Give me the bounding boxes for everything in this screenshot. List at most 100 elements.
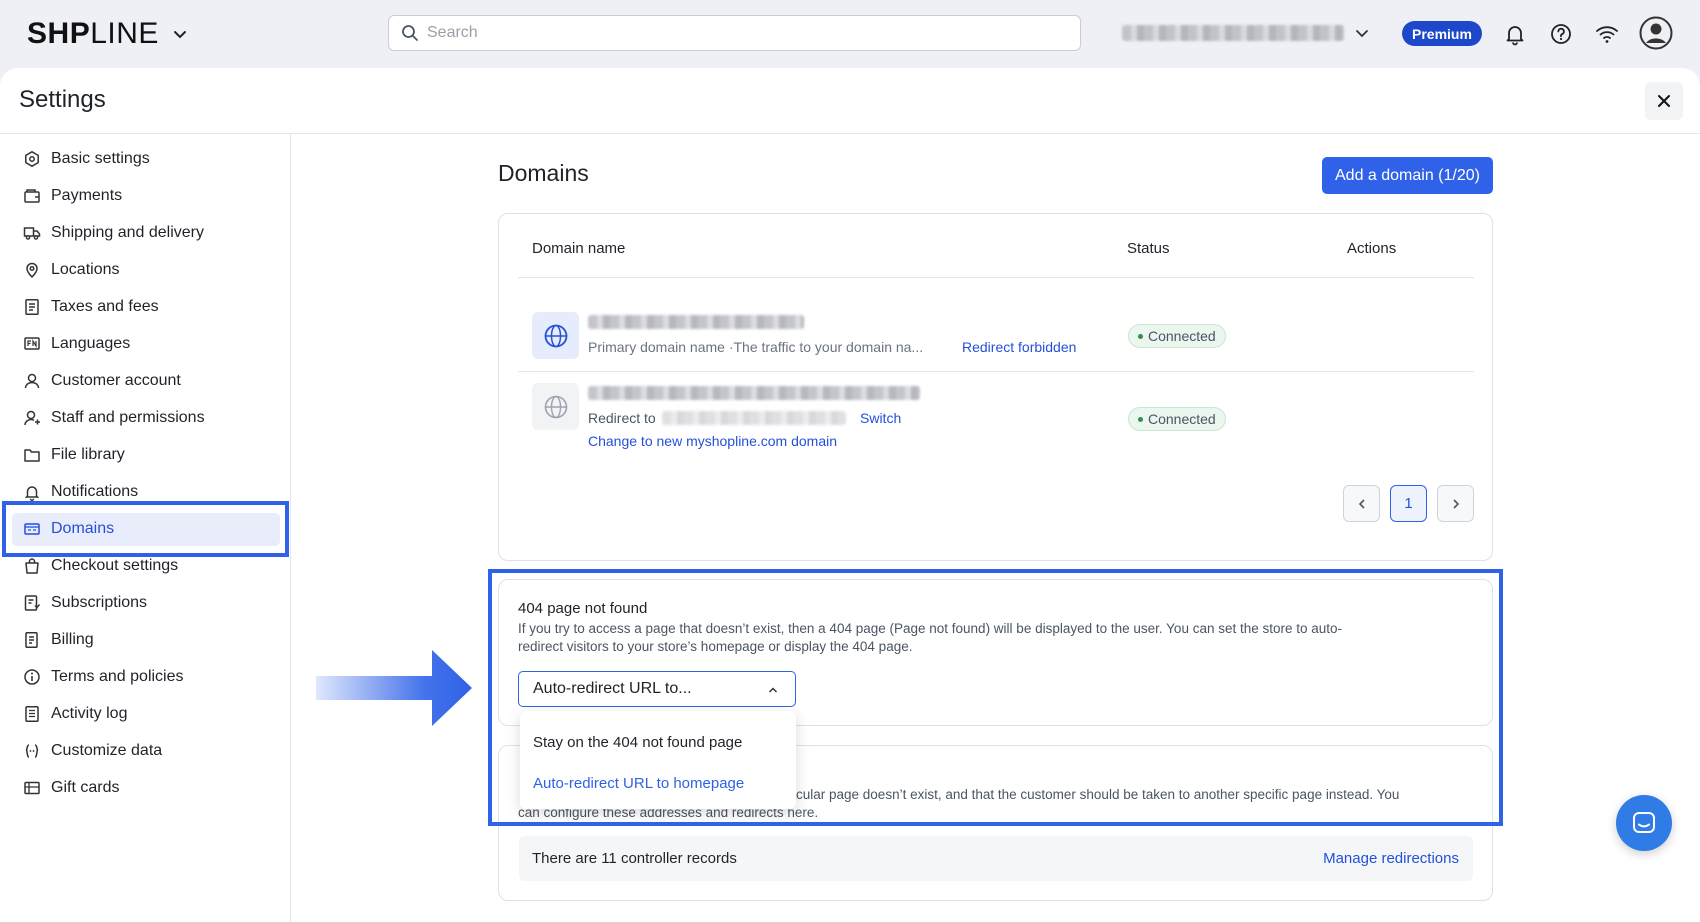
language-icon [24, 337, 40, 350]
sidebar-item-customer-account[interactable]: Customer account [0, 364, 291, 398]
chat-icon [1633, 812, 1655, 833]
sidebar-item-label: Staff and permissions [51, 409, 205, 426]
sidebar-item-label: Payments [51, 187, 123, 204]
redirect-label: Redirect to [588, 410, 656, 426]
domain-name-redacted [588, 386, 920, 400]
sidebar-item-subscriptions[interactable]: Subscriptions [0, 586, 291, 620]
switch-link[interactable]: Switch [860, 410, 901, 426]
bill-icon [25, 632, 38, 648]
sidebar-item-languages[interactable]: Languages [0, 327, 291, 361]
sidebar-item-label: Billing [51, 631, 94, 648]
sidebar-item-label: Languages [51, 335, 131, 352]
chevron-up-icon [768, 687, 778, 693]
table-header-divider [518, 277, 1474, 278]
settings-sidebar: Basic settings Payments Shipping and del… [0, 134, 291, 922]
close-icon [1658, 95, 1670, 107]
sidebar-item-customize-data[interactable]: Customize data [0, 734, 291, 768]
redirect-options-dropdown: Stay on the 404 not found page Auto-redi… [520, 711, 796, 809]
search-input[interactable] [427, 24, 1047, 42]
sidebar-item-billing[interactable]: Billing [0, 623, 291, 657]
domain-globe-badge [532, 312, 579, 359]
status-badge: Connected [1128, 407, 1226, 431]
sidebar-item-label: Domains [51, 520, 115, 537]
brand-wordmark: SHPLINE [27, 17, 159, 50]
info-icon [24, 669, 40, 685]
sidebar-item-domains[interactable]: Domains [0, 512, 291, 546]
domain-globe-badge [532, 383, 579, 430]
sidebar-item-file-library[interactable]: File library [0, 438, 291, 472]
sidebar-item-locations[interactable]: Locations [0, 253, 291, 287]
section-title: Domains [498, 160, 589, 186]
sidebar-item-payments[interactable]: Payments [0, 179, 291, 213]
search-icon [402, 25, 418, 41]
brand-logo[interactable]: SHPLINE [27, 16, 189, 52]
truck-icon [23, 227, 41, 240]
add-domain-button[interactable]: Add a domain (1/20) [1322, 157, 1493, 194]
avatar-icon[interactable] [1639, 16, 1673, 50]
page-title: Settings [19, 86, 106, 113]
sidebar-item-label: Terms and policies [51, 668, 184, 685]
redirect-forbidden-link[interactable]: Redirect forbidden [962, 339, 1076, 355]
pagination-next-button[interactable] [1437, 485, 1474, 522]
log-icon [25, 706, 39, 722]
sidebar-item-label: Taxes and fees [51, 298, 159, 315]
sidebar-item-notifications[interactable]: Notifications [0, 475, 291, 509]
sidebar-item-label: Activity log [51, 705, 128, 722]
store-name-redacted [1122, 25, 1344, 41]
sidebar-item-shipping[interactable]: Shipping and delivery [0, 216, 291, 250]
code-braces-icon [25, 744, 39, 758]
sidebar-item-label: Checkout settings [51, 557, 179, 574]
receipt-icon [25, 299, 39, 315]
bag-icon [25, 558, 39, 574]
status-badge: Connected [1128, 324, 1226, 348]
sidebar-item-basic-settings[interactable]: Basic settings [0, 142, 291, 176]
sidebar-item-label: Notifications [51, 483, 139, 500]
sidebar-item-checkout[interactable]: Checkout settings [0, 549, 291, 583]
search-bar[interactable] [388, 15, 1081, 51]
location-pin-icon [26, 262, 38, 279]
change-domain-link[interactable]: Change to new myshopline.com domain [588, 433, 837, 449]
sidebar-item-staff[interactable]: Staff and permissions [0, 401, 291, 435]
chevron-right-icon [1452, 498, 1459, 509]
column-header-domain-name: Domain name [532, 240, 626, 257]
manage-redirections-link[interactable]: Manage redirections [1323, 850, 1459, 867]
plan-badge: Premium [1402, 21, 1482, 46]
sidebar-item-label: Basic settings [51, 150, 150, 167]
close-button[interactable] [1645, 82, 1683, 120]
wifi-icon[interactable] [1594, 21, 1620, 47]
sidebar-item-activity-log[interactable]: Activity log [0, 697, 291, 731]
sidebar-item-label: Shipping and delivery [51, 224, 204, 241]
sidebar-item-label: File library [51, 446, 125, 463]
redirect-target-redacted [662, 411, 846, 425]
status-dot [1138, 416, 1143, 422]
domain-name-redacted [588, 315, 804, 329]
sidebar-item-label: Gift cards [51, 779, 120, 796]
not-found-description: If you try to access a page that doesn’t… [518, 621, 1343, 654]
domain-subtitle: Primary domain name ·The traffic to your… [588, 339, 924, 355]
arrow-right-icon [316, 650, 472, 726]
sidebar-item-gift-cards[interactable]: Gift cards [0, 771, 291, 805]
wallet-icon [24, 189, 40, 203]
panel-header: Settings [0, 68, 1700, 134]
row-divider [518, 371, 1474, 372]
chat-support-button[interactable] [1616, 795, 1672, 851]
help-icon[interactable] [1548, 21, 1574, 47]
pagination-prev-button[interactable] [1343, 485, 1380, 522]
store-switcher[interactable] [1122, 22, 1370, 44]
bell-icon[interactable] [1502, 21, 1528, 47]
sidebar-item-terms[interactable]: Terms and policies [0, 660, 291, 694]
sidebar-item-label: Customize data [51, 742, 163, 759]
sidebar-item-label: Locations [51, 261, 120, 278]
option-auto-redirect-homepage[interactable]: Auto-redirect URL to homepage [533, 775, 744, 792]
column-header-status: Status [1127, 240, 1170, 257]
chevron-down-icon [1356, 30, 1368, 38]
chevron-left-icon [1358, 498, 1365, 509]
sidebar-item-label: Customer account [51, 372, 181, 389]
globe-icon [544, 324, 567, 347]
chevron-down-icon[interactable] [171, 25, 189, 43]
option-stay-on-404[interactable]: Stay on the 404 not found page [533, 734, 742, 751]
bell-icon [24, 486, 40, 501]
sidebar-item-taxes[interactable]: Taxes and fees [0, 290, 291, 324]
redirect-select[interactable]: Auto-redirect URL to... [518, 671, 796, 707]
pagination-page-button[interactable]: 1 [1390, 485, 1427, 522]
